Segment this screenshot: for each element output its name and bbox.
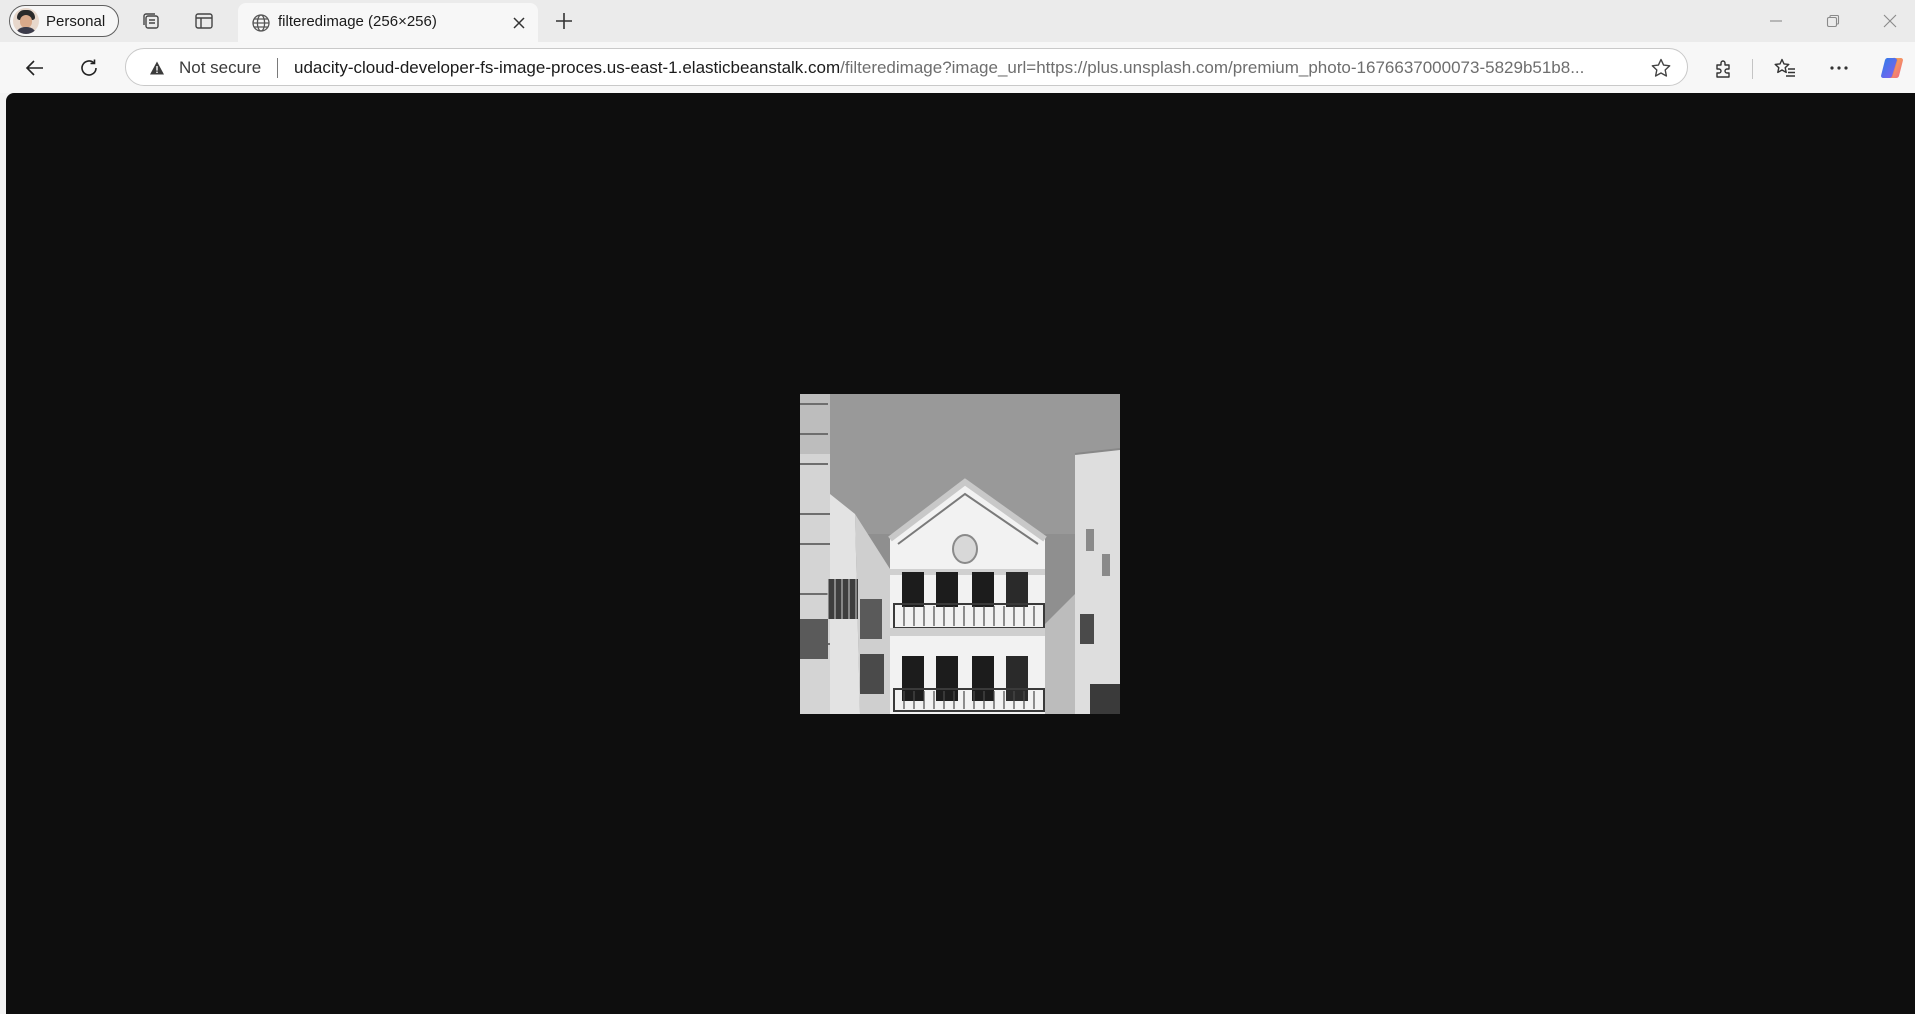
tab-title: filteredimage (256×256) — [278, 13, 437, 30]
minimize-icon[interactable] — [1754, 4, 1798, 38]
avatar — [13, 8, 39, 34]
url-text[interactable]: udacity-cloud-developer-fs-image-proces.… — [294, 58, 1624, 78]
profile-button[interactable]: Personal — [9, 5, 119, 37]
tab-active[interactable]: filteredimage (256×256) — [238, 3, 538, 42]
close-icon[interactable] — [1868, 4, 1912, 38]
tab-close-icon[interactable] — [508, 12, 530, 34]
profile-label: Personal — [46, 12, 106, 30]
tab-actions-icon[interactable] — [191, 8, 217, 34]
url-path: /filteredimage?image_url=https://plus.un… — [840, 58, 1585, 77]
toolbar: Not secure udacity-cloud-developer-fs-im… — [0, 42, 1915, 93]
favorites-icon[interactable] — [1769, 52, 1801, 84]
reload-icon[interactable] — [73, 52, 105, 84]
copilot-icon[interactable] — [1876, 52, 1908, 84]
workspaces-icon[interactable] — [138, 8, 164, 34]
filtered-image[interactable] — [800, 394, 1120, 714]
url-host: udacity-cloud-developer-fs-image-proces.… — [294, 58, 841, 77]
page-content — [6, 93, 1915, 1014]
back-icon[interactable] — [19, 52, 51, 84]
warning-icon[interactable] — [148, 59, 166, 77]
star-icon[interactable] — [1649, 56, 1673, 80]
address-bar[interactable]: Not secure udacity-cloud-developer-fs-im… — [125, 48, 1688, 86]
extensions-icon[interactable] — [1708, 52, 1740, 84]
toolbar-divider — [1752, 59, 1753, 79]
more-icon[interactable] — [1823, 52, 1855, 84]
address-divider — [277, 58, 278, 78]
security-label[interactable]: Not secure — [179, 58, 261, 78]
restore-icon[interactable] — [1811, 4, 1855, 38]
title-bar: Personal filteredimage (256×256) — [0, 0, 1915, 42]
globe-icon — [250, 12, 272, 34]
new-tab-icon[interactable] — [551, 8, 577, 34]
